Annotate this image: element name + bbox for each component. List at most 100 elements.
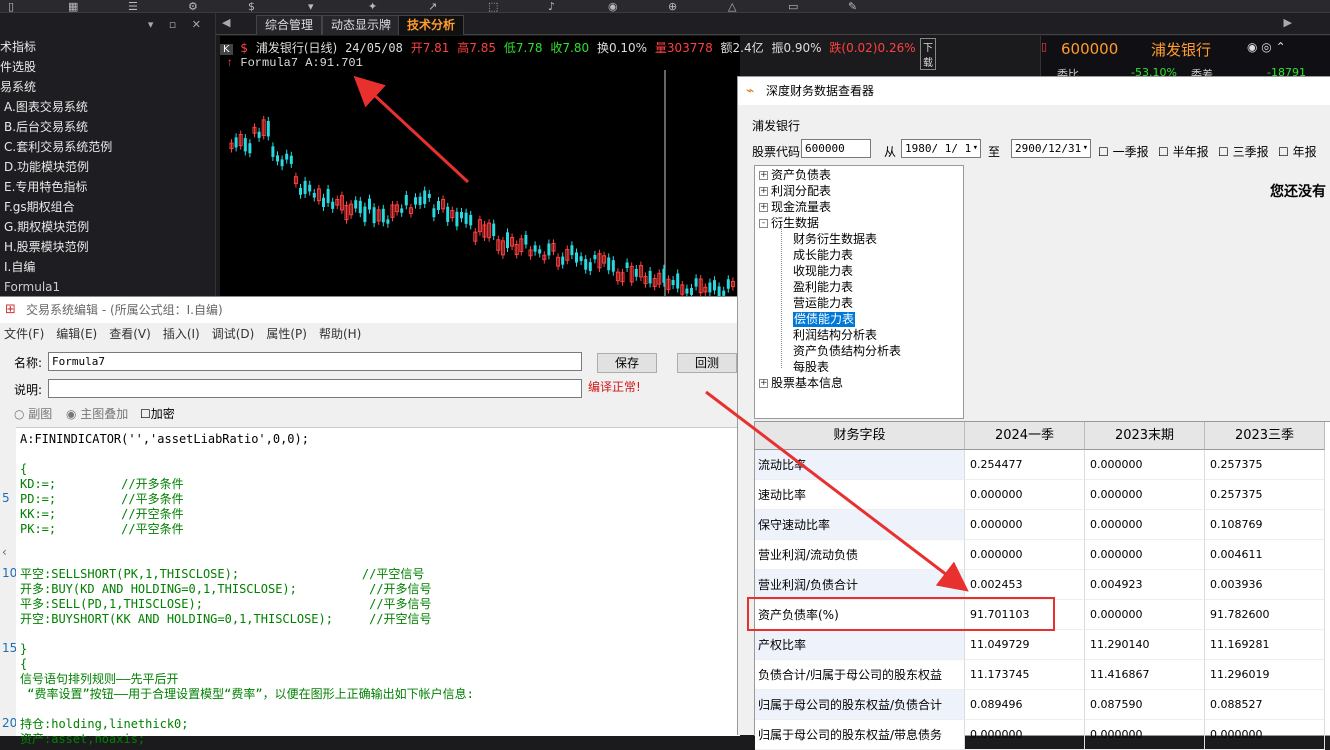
toolbar-icon[interactable]: ▯: [8, 1, 14, 12]
tree-node[interactable]: 收现能力表: [793, 264, 853, 279]
tab-technical-analysis[interactable]: 技术分析: [398, 15, 465, 35]
candle-body: [423, 190, 427, 204]
editor-menu-item[interactable]: 编辑(E): [56, 327, 97, 341]
editor-menu-item[interactable]: 文件(F): [4, 327, 44, 341]
editor-menu-item[interactable]: 帮助(H): [319, 327, 361, 341]
toolbar-icon[interactable]: ✎: [848, 1, 857, 12]
formula-group-item[interactable]: H.股票模块范例: [0, 237, 215, 257]
toolbar-icon[interactable]: ▭: [788, 1, 798, 12]
formula-group-item[interactable]: 术指标: [0, 37, 215, 57]
tree-node[interactable]: 利润结构分析表: [793, 328, 877, 343]
tree-node[interactable]: 资产负债结构分析表: [793, 344, 901, 359]
formula-group-item[interactable]: F.gs期权组合: [0, 197, 215, 217]
save-button[interactable]: 保存: [597, 353, 657, 373]
editor-menu-item[interactable]: 查看(V): [109, 327, 151, 341]
report-type-checkbox[interactable]: ☐ 三季报: [1218, 143, 1269, 160]
tree-node[interactable]: 财务衍生数据表: [793, 232, 877, 247]
chart-change: 跌(0.02)0.26%: [829, 41, 916, 55]
subchart-radio[interactable]: ○ 副图: [14, 405, 52, 422]
tree-node[interactable]: 每股表: [793, 360, 829, 375]
column-header[interactable]: 2024一季: [965, 422, 1085, 450]
tree-node[interactable]: + 股票基本信息: [759, 376, 843, 391]
tree-node[interactable]: + 资产负债表: [759, 168, 831, 183]
description-input[interactable]: [48, 379, 582, 398]
from-label: 从: [884, 145, 897, 159]
stock-code-input[interactable]: 600000: [801, 139, 871, 158]
value-cell: 0.000000: [1205, 720, 1325, 750]
to-date-picker[interactable]: 2900/12/31 ▾: [1011, 139, 1091, 158]
tree-node[interactable]: 营运能力表: [793, 296, 853, 311]
formula-group-item[interactable]: Formula1: [0, 277, 215, 297]
formula-group-item[interactable]: G.期权模块范例: [0, 217, 215, 237]
tab-scroll-left-icon[interactable]: ◀: [222, 16, 230, 29]
toolbar-icon[interactable]: ↗: [428, 1, 437, 12]
report-type-checkbox[interactable]: ☐ 年报: [1278, 143, 1317, 160]
column-header[interactable]: 财务字段: [755, 422, 965, 450]
code-editor[interactable]: A:FININDICATOR('','assetLiabRatio',0,0);…: [16, 427, 740, 746]
toolbar-icon[interactable]: ⊕: [668, 1, 677, 12]
toolbar-icon[interactable]: ◉: [608, 1, 618, 12]
formula-group-item[interactable]: 易系统: [0, 77, 215, 97]
expand-icon[interactable]: +: [759, 171, 768, 180]
collapse-icon[interactable]: -: [759, 219, 768, 228]
formula-group-item[interactable]: B.后台交易系统: [0, 117, 215, 137]
tree-node[interactable]: + 现金流量表: [759, 200, 831, 215]
column-header[interactable]: 2023末期: [1085, 422, 1205, 450]
tab-scroll-right-icon[interactable]: ▶: [1284, 16, 1292, 29]
backtest-button[interactable]: 回测: [677, 353, 737, 373]
formula-group-item[interactable]: A.图表交易系统: [0, 97, 215, 117]
toolbar-icon[interactable]: ⚙: [188, 1, 198, 12]
tree-node[interactable]: 盈利能力表: [793, 280, 853, 295]
candle-body: [418, 196, 422, 205]
expand-icon[interactable]: +: [759, 203, 768, 212]
value-cell: 0.000000: [1085, 720, 1205, 750]
toolbar-icon[interactable]: ▦: [68, 1, 78, 12]
report-tree[interactable]: + 资产负债表 + 利润分配表 + 现金流量表 - 衍生数据 财务衍生数据表 成长能力表 收现能力表…: [754, 165, 964, 419]
viewer-title: 深度财务数据查看器: [738, 77, 1330, 105]
encrypt-checkbox[interactable]: ☐加密: [140, 405, 175, 422]
collapse-arrow-icon[interactable]: ‹: [2, 545, 7, 559]
tree-node[interactable]: + 利润分配表: [759, 184, 831, 199]
toolbar-icon[interactable]: $: [248, 1, 255, 12]
financial-data-grid[interactable]: 财务字段 2024一季 2023末期 2023三季 流动比率 0.254477 0.0000…: [754, 421, 1330, 750]
formula-group-item[interactable]: E.专用特色指标: [0, 177, 215, 197]
settings-icon[interactable]: ◉ ◎ ⌃: [1247, 40, 1286, 54]
toolbar-icon[interactable]: ⬚: [488, 1, 498, 12]
candle-body: [538, 249, 542, 254]
editor-menu-item[interactable]: 调试(D): [212, 327, 255, 341]
from-date-picker[interactable]: 1980/ 1/ 1 ▾: [901, 139, 981, 158]
candle-body: [326, 188, 330, 203]
tree-node[interactable]: 成长能力表: [793, 248, 853, 263]
expand-icon[interactable]: +: [759, 187, 768, 196]
tab-dynamic-board[interactable]: 动态显示牌: [322, 15, 401, 35]
report-type-checkbox[interactable]: ☐ 一季报: [1098, 143, 1149, 160]
tree-node[interactable]: 偿债能力表: [793, 312, 856, 327]
panel-toggle-icon[interactable]: ▯: [1041, 40, 1047, 53]
toolbar-icon[interactable]: ✦: [368, 1, 377, 12]
candle-body: [289, 155, 293, 164]
column-header[interactable]: 2023三季: [1205, 422, 1325, 450]
mainchart-radio[interactable]: ◉ 主图叠加: [66, 405, 128, 422]
formula-group-item[interactable]: D.功能模块范例: [0, 157, 215, 177]
name-input[interactable]: Formula7: [48, 352, 582, 371]
editor-menu-item[interactable]: 属性(P): [266, 327, 307, 341]
value-cell: 11.049729: [965, 630, 1085, 660]
formula-group-item[interactable]: I.自编: [0, 257, 215, 277]
value-cell: 0.000000: [1085, 600, 1205, 630]
formula-group-item[interactable]: C.套利交易系统范例: [0, 137, 215, 157]
kline-chart[interactable]: K $ 浦发银行(日线) 24/05/08 开7.81 高7.85 低7.78 …: [220, 36, 936, 296]
toolbar-icon[interactable]: ▾: [308, 1, 314, 12]
expand-icon[interactable]: +: [759, 379, 768, 388]
download-button[interactable]: 下载: [920, 38, 936, 70]
toolbar-icon[interactable]: △: [728, 1, 736, 12]
toolbar-icon[interactable]: ☰: [128, 1, 138, 12]
candle-body: [611, 260, 615, 272]
tab-overview[interactable]: 综合管理: [256, 15, 323, 35]
tree-node[interactable]: - 衍生数据: [759, 216, 819, 231]
report-type-checkbox[interactable]: ☐ 半年报: [1158, 143, 1209, 160]
formula-group-item[interactable]: 件选股: [0, 57, 215, 77]
toolbar-icon[interactable]: ♪: [548, 1, 555, 12]
code-line: “费率设置”按钮——用于合理设置模型“费率”，以便在图形上正确输出如下帐户信息:: [20, 687, 474, 701]
panel-controls[interactable]: ▾ ▫ ✕: [0, 13, 215, 37]
editor-menu-item[interactable]: 插入(I): [163, 327, 200, 341]
